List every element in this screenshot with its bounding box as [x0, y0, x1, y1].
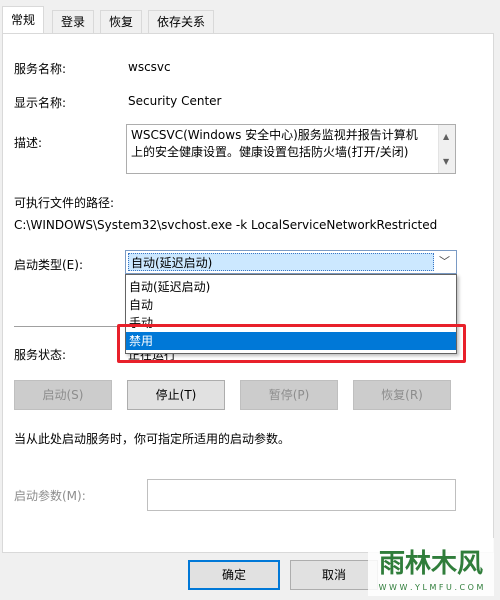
option-auto-delayed[interactable]: 自动(延迟启动) [126, 278, 456, 296]
option-auto[interactable]: 自动 [126, 296, 456, 314]
divider [14, 326, 120, 327]
ok-button[interactable]: 确定 [188, 560, 280, 590]
service-name-label: 服务名称: [14, 62, 67, 76]
stop-button[interactable]: 停止(T) [127, 380, 225, 410]
description-line-1: WSCSVC(Windows 安全中心)服务监视并报告计算机 [131, 128, 418, 142]
startup-type-combobox[interactable]: 自动(延迟启动) ﹀ [125, 250, 457, 274]
service-status-label: 服务状态: [14, 348, 67, 362]
description-scrollbar[interactable]: ▲ ▼ [438, 125, 455, 173]
start-params-label: 启动参数(M): [14, 489, 86, 503]
tab-logon-label: 登录 [61, 15, 86, 29]
description-label: 描述: [14, 136, 43, 150]
watermark-brand: 雨林木风 [379, 549, 483, 579]
tab-dependencies-label: 依存关系 [157, 15, 206, 29]
description-line-2: 上的安全健康设置。健康设置包括防火墙(打开/关闭) [131, 145, 409, 159]
scroll-up-icon[interactable]: ▲ [443, 128, 449, 145]
tab-general-label: 常规 [11, 13, 36, 27]
startup-type-label: 启动类型(E): [14, 258, 83, 272]
scroll-down-icon[interactable]: ▼ [443, 153, 449, 170]
watermark-url: W W W . Y L M F U . C O M [379, 583, 484, 592]
highlight-frame [117, 324, 466, 363]
tab-recovery[interactable]: 恢复 [100, 10, 143, 34]
tab-recovery-label: 恢复 [109, 15, 134, 29]
start-params-input[interactable] [147, 479, 456, 511]
watermark-logo: 雨林木风 W W W . Y L M F U . C O M [368, 538, 494, 596]
service-name-value: wscsvc [128, 60, 171, 74]
tab-logon[interactable]: 登录 [52, 10, 95, 34]
chevron-down-icon[interactable]: ﹀ [439, 251, 450, 273]
pause-button[interactable]: 暂停(P) [240, 380, 338, 410]
description-box[interactable]: WSCSVC(Windows 安全中心)服务监视并报告计算机 上的安全健康设置。… [126, 124, 456, 174]
cancel-button[interactable]: 取消 [290, 560, 378, 590]
tab-bar: 常规 登录 恢复 依存关系 [0, 0, 500, 34]
tab-general[interactable]: 常规 [2, 6, 45, 34]
tab-dependencies[interactable]: 依存关系 [148, 10, 215, 34]
startup-type-selected: 自动(延迟启动) [128, 253, 434, 271]
display-name-value: Security Center [128, 94, 222, 108]
start-button[interactable]: 启动(S) [14, 380, 112, 410]
exe-path-label: 可执行文件的路径: [14, 196, 115, 210]
start-params-hint: 当从此处启动服务时，你可指定所适用的启动参数。 [14, 432, 291, 446]
exe-path-value: C:\WINDOWS\System32\svchost.exe -k Local… [14, 218, 438, 232]
display-name-label: 显示名称: [14, 96, 67, 110]
resume-button[interactable]: 恢复(R) [353, 380, 451, 410]
